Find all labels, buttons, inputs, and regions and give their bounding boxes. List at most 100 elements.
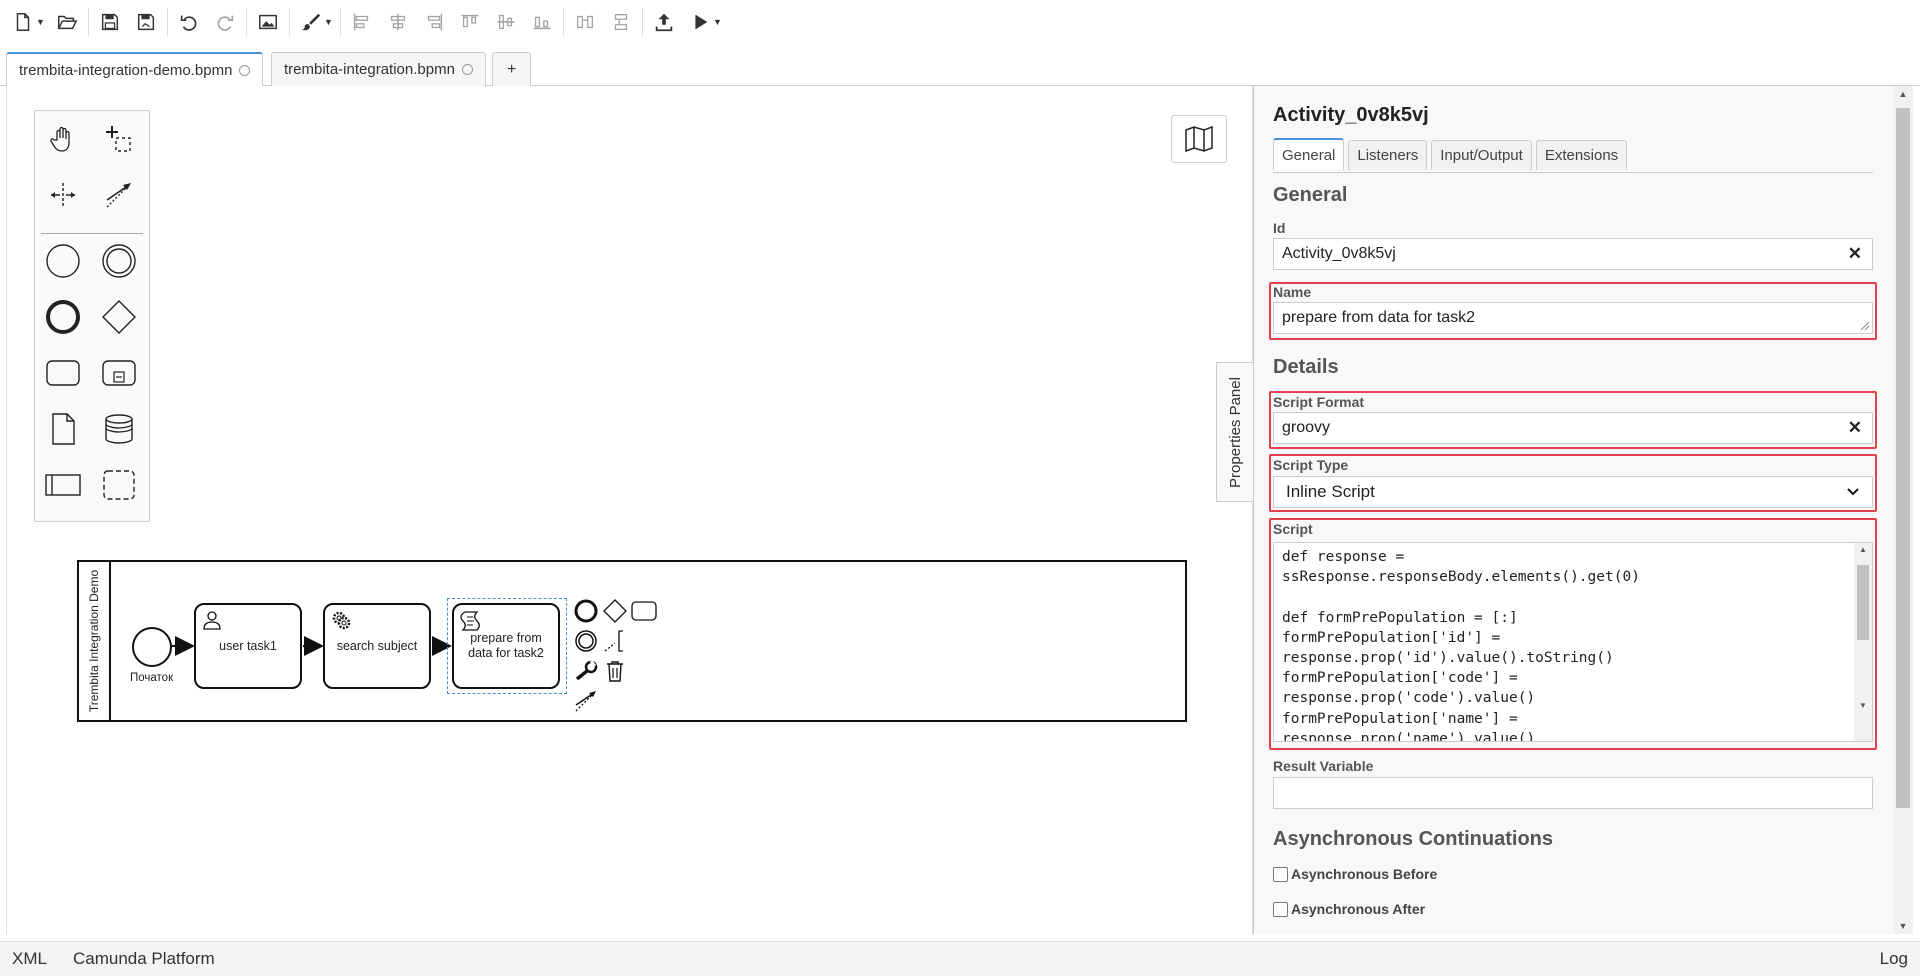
space-tool-button[interactable] [41, 173, 85, 217]
toolbar-divider [340, 8, 341, 36]
delete-button[interactable] [602, 658, 628, 684]
scroll-up-icon[interactable]: ▲ [1854, 543, 1872, 557]
add-tab-button[interactable]: + [492, 52, 532, 86]
clear-id-icon[interactable]: ✕ [1848, 244, 1862, 264]
redo-button[interactable] [210, 7, 240, 37]
append-end-event-button[interactable] [573, 598, 599, 624]
undo-icon [180, 15, 197, 31]
create-subprocess-button[interactable] [97, 351, 141, 395]
tab-listeners[interactable]: Listeners [1348, 140, 1428, 170]
tab-trembita-integration-demo[interactable]: trembita-integration-demo.bpmn [6, 52, 264, 87]
run-button[interactable] [685, 7, 715, 37]
async-before-checkbox[interactable]: Asynchronous Before [1273, 866, 1437, 882]
align-right-button[interactable] [419, 7, 449, 37]
create-intermediate-event-button[interactable] [97, 239, 141, 283]
append-text-annotation-button[interactable] [602, 628, 628, 654]
tab-trembita-integration[interactable]: trembita-integration.bpmn [271, 52, 486, 86]
hand-tool-button[interactable] [41, 117, 85, 161]
details-heading: Details [1273, 356, 1339, 378]
xml-view-button[interactable]: XML [12, 949, 47, 969]
script-format-field[interactable]: groovy ✕ [1273, 412, 1873, 444]
create-start-event-button[interactable] [41, 239, 85, 283]
task-search-subject[interactable]: search subject [323, 603, 431, 689]
scroll-down-icon[interactable]: ▼ [1893, 918, 1913, 934]
tab-input-output[interactable]: Input/Output [1431, 140, 1532, 170]
export-image-button[interactable] [253, 7, 283, 37]
append-gateway-button[interactable] [602, 598, 628, 624]
properties-scroll-thumb[interactable] [1896, 108, 1910, 808]
align-left-icon [353, 13, 369, 31]
result-variable-field[interactable] [1273, 777, 1873, 809]
distribute-vertical-button[interactable] [606, 7, 636, 37]
scroll-up-icon[interactable]: ▲ [1893, 86, 1913, 102]
properties-panel-toggle[interactable]: Properties Panel [1216, 362, 1253, 502]
color-dropdown-icon[interactable]: ▼ [324, 7, 334, 37]
space-tool-icon [51, 183, 75, 207]
distribute-horizontal-button[interactable] [570, 7, 600, 37]
align-middle-button[interactable] [491, 7, 521, 37]
global-connect-tool-button[interactable] [97, 173, 141, 217]
align-center-button[interactable] [383, 7, 413, 37]
save-as-button[interactable] [131, 7, 161, 37]
lasso-tool-button[interactable] [97, 117, 141, 161]
clear-script-format-icon[interactable]: ✕ [1848, 418, 1862, 438]
id-value: Activity_0v8k5vj [1282, 245, 1396, 262]
run-dropdown-icon[interactable]: ▼ [713, 7, 723, 37]
id-field[interactable]: Activity_0v8k5vj ✕ [1273, 238, 1873, 270]
create-pool-button[interactable] [41, 463, 85, 507]
play-icon [695, 14, 708, 30]
task-label: search subject [336, 638, 418, 653]
task-user-task1[interactable]: user task1 [194, 603, 302, 689]
checkbox-box[interactable] [1273, 866, 1288, 882]
script-scroll-thumb[interactable] [1857, 565, 1869, 640]
align-left-button[interactable] [347, 7, 377, 37]
task-prepare-from-data[interactable]: prepare from data for task2 [452, 603, 560, 689]
distribute-vertical-icon [614, 14, 628, 30]
change-type-button[interactable] [573, 658, 599, 684]
script-format-label: Script Format [1273, 394, 1365, 410]
create-data-object-button[interactable] [41, 407, 85, 451]
align-top-button[interactable] [455, 7, 485, 37]
script-scrollbar[interactable]: ▲ ▼ [1854, 543, 1872, 741]
script-textarea[interactable]: def response = ssResponse.responseBody.e… [1273, 542, 1873, 742]
open-file-button[interactable] [52, 7, 82, 37]
create-data-store-button[interactable] [97, 407, 141, 451]
append-task-button[interactable] [631, 598, 657, 624]
create-task-button[interactable] [41, 351, 85, 395]
checkbox-box[interactable] [1273, 901, 1288, 917]
async-after-checkbox[interactable]: Asynchronous After [1273, 901, 1425, 917]
create-group-button[interactable] [97, 463, 141, 507]
start-event-icon [46, 244, 80, 278]
create-end-event-button[interactable] [41, 295, 85, 339]
scroll-down-icon[interactable]: ▼ [1854, 699, 1872, 713]
tab-general[interactable]: General [1273, 138, 1345, 170]
log-button[interactable]: Log [1880, 949, 1908, 969]
save-button[interactable] [95, 7, 125, 37]
start-event[interactable] [132, 627, 172, 667]
async-heading: Asynchronous Continuations [1273, 828, 1553, 850]
tab-extensions[interactable]: Extensions [1535, 140, 1628, 170]
platform-button[interactable]: Camunda Platform [73, 949, 215, 969]
color-picker-button[interactable] [296, 7, 326, 37]
properties-scrollbar[interactable]: ▲ ▼ [1893, 86, 1913, 934]
intermediate-event-icon [575, 630, 597, 652]
new-file-dropdown-icon[interactable]: ▼ [36, 7, 46, 37]
script-type-select[interactable]: Inline Script [1273, 476, 1873, 508]
toolbar-divider [167, 8, 168, 36]
distribute-horizontal-icon [577, 15, 593, 29]
align-bottom-button[interactable] [527, 7, 557, 37]
minimap-toggle-button[interactable] [1171, 115, 1227, 163]
deploy-button[interactable] [649, 7, 679, 37]
create-gateway-button[interactable] [97, 295, 141, 339]
element-title: Activity_0v8k5vj [1273, 104, 1429, 126]
name-field[interactable]: prepare from data for task2 [1273, 302, 1873, 334]
connect-button[interactable] [573, 688, 599, 714]
diagram-canvas[interactable] [6, 86, 1253, 934]
save-as-icon [137, 13, 155, 31]
wrench-icon [575, 660, 598, 681]
append-intermediate-event-button[interactable] [573, 628, 599, 654]
undo-button[interactable] [174, 7, 204, 37]
new-file-button[interactable] [8, 7, 38, 37]
data-store-icon [105, 414, 133, 444]
resize-handle-icon[interactable] [1860, 321, 1870, 331]
